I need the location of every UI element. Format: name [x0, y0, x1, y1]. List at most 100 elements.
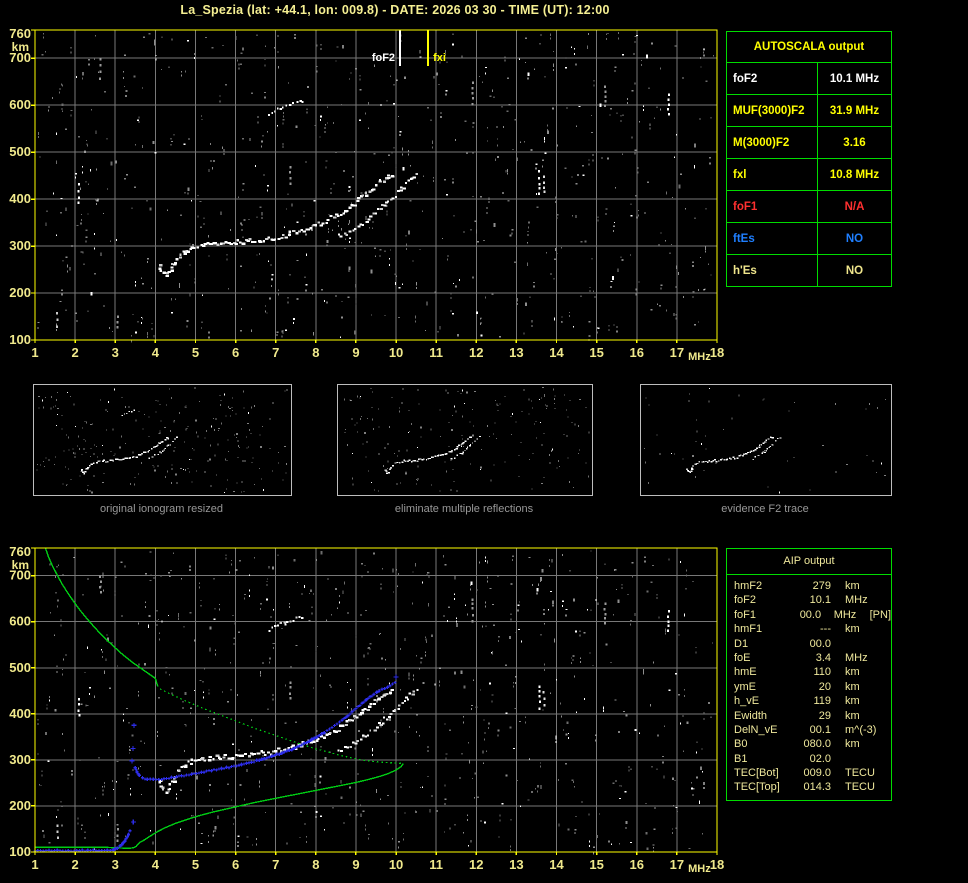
caption-eliminate-multiples: eliminate multiple reflections	[394, 503, 534, 515]
y-tick-label: 400	[9, 191, 31, 206]
x-tick-label: 8	[312, 857, 319, 872]
thumb-second-hop	[121, 409, 136, 416]
aip-row-foE: foE 3.4 MHz	[727, 651, 891, 665]
caption-evidence-f2-trace: evidence F2 trace	[721, 503, 809, 515]
noise-streaks	[56, 58, 670, 329]
thumb-x-trace	[450, 435, 481, 460]
x-tick-label: 14	[549, 857, 564, 872]
x-tick-label: 5	[192, 857, 199, 872]
autoscala-row-label: h'Es	[727, 255, 818, 286]
x-tick-label: 1	[31, 345, 38, 360]
aip-cell: 02.0	[809, 752, 831, 765]
x-tick-label: 6	[232, 345, 239, 360]
y-tick-label: 760	[9, 26, 31, 41]
y-tick-label: 760	[9, 544, 31, 559]
aip-row-DelNvE: DelN_vE 00.1 m^(-3)	[727, 723, 891, 737]
autoscala-row-MUF3000F2: MUF(3000)F2 31.9 MHz	[727, 95, 891, 127]
y-axis-unit: km	[12, 558, 29, 572]
aip-cell: TECU	[845, 767, 875, 780]
x-tick-label: 11	[429, 857, 443, 872]
autoscala-row-value: 31.9 MHz	[829, 104, 880, 117]
x-tick-label: 3	[112, 857, 119, 872]
main-ionogram-plot: foF2 fxi1 2 3 4 5 6 7 8 9 10 11 12 13 14 15 16 17 18MHz760…	[9, 26, 724, 363]
aip-cell: km	[845, 738, 860, 751]
aip-row-B1: B1 02.0	[727, 752, 891, 766]
aip-cell: km	[845, 680, 860, 693]
aip-cell: MHz	[845, 594, 868, 607]
aip-row-TECBot: TEC[Bot] 009.0 TECU	[727, 766, 891, 780]
x-tick-label: 7	[272, 857, 279, 872]
aip-cell: 009.0	[803, 767, 831, 780]
autoscala-row-value: NO	[845, 264, 864, 277]
x-tick-label: 6	[232, 857, 239, 872]
aip-cell	[845, 752, 885, 766]
aip-cell: MHz	[833, 608, 857, 621]
y-tick-label: 300	[9, 752, 31, 767]
thumb-o-trace	[80, 436, 169, 475]
aip-cell: B0	[734, 738, 748, 751]
y-tick-label: 600	[9, 97, 31, 112]
aip-row-hmE: hmE 110 km	[727, 665, 891, 679]
y-tick-label: 200	[9, 285, 31, 300]
aip-cell: 00.0	[809, 637, 831, 650]
axis-labels: 1 2 3 4 5 6 7 8 9 10 11 12 13 14 15 16 17 18MHz7607006005…	[9, 26, 724, 363]
aip-cell: 119	[813, 695, 831, 708]
aip-panel: AIP output hmF2 279 km foF2 10.1 MHz foF1 00.0 M…	[726, 548, 892, 801]
x-tick-label: 14	[549, 345, 564, 360]
x-tick-label: 3	[112, 345, 119, 360]
x-tick-label: 18	[710, 345, 724, 360]
aip-cell	[831, 723, 845, 737]
autoscala-row-label: M(3000)F2	[727, 127, 818, 158]
autoscala-row-value: N/A	[844, 200, 865, 213]
y-tick-label: 400	[9, 706, 31, 721]
aip-row-TECTop: TEC[Top] 014.3 TECU	[727, 780, 891, 794]
thumbnail-eliminate-multiples	[337, 384, 593, 496]
x-tick-label: 17	[670, 345, 684, 360]
aip-cell	[845, 637, 885, 651]
aip-cell: hmE	[734, 666, 757, 679]
aip-row-hvE: h_vE 119 km	[727, 694, 891, 708]
autoscala-rows: foF2 10.1 MHz MUF(3000)F2 31.9 MHz M(3000)F2…	[727, 63, 891, 286]
aip-cell	[831, 780, 845, 794]
x-tick-label: 12	[469, 857, 483, 872]
noise-speckle-layer	[37, 32, 714, 343]
aip-rows: hmF2 279 km foF2 10.1 MHz foF1 00.0 MHz [PN] hmF1-…	[727, 579, 891, 795]
thumbnail-evidence-f2-trace	[640, 384, 892, 496]
x-tick-label: 16	[630, 345, 644, 360]
y-axis-unit: km	[12, 40, 29, 54]
y-tick-label: 200	[9, 798, 31, 813]
aip-cell: km	[845, 623, 860, 636]
aip-row-B0: B0 080.0 km	[727, 737, 891, 751]
aip-row-foF2: foF2 10.1 MHz	[727, 593, 891, 607]
aip-cell: Ewidth	[734, 709, 768, 722]
y-tick-label: 100	[9, 332, 31, 347]
aip-cell: 279	[812, 580, 831, 592]
aip-cell	[831, 579, 845, 593]
autoscala-row-foF2: foF2 10.1 MHz	[727, 63, 891, 95]
x-tick-label: 7	[272, 345, 279, 360]
x-tick-label: 12	[469, 345, 483, 360]
aip-cell: DelN_vE	[734, 723, 778, 736]
aip-cell: h_vE	[734, 695, 760, 708]
aip-cell	[831, 665, 845, 679]
caption-original-ionogram: original ionogram resized	[100, 503, 223, 515]
scaled-frequency-markers: foF2 fxi	[372, 30, 446, 66]
aip-cell: TEC[Top]	[734, 781, 780, 794]
y-tick-label: 600	[9, 614, 31, 629]
aip-row-Ewidth: Ewidth 29 km	[727, 709, 891, 723]
thumbnail-content	[644, 388, 887, 494]
aip-cell: 014.3	[803, 781, 831, 794]
aip-cell	[831, 752, 845, 766]
y-tick-label: 500	[9, 660, 31, 675]
x-axis-unit: MHz	[688, 863, 711, 875]
aip-cell: 29	[818, 709, 831, 722]
x-tick-label: 5	[192, 345, 199, 360]
x-tick-label: 9	[352, 857, 359, 872]
aip-cell: ---	[820, 623, 831, 636]
aip-cell: 110	[813, 666, 831, 679]
x-tick-label: 17	[670, 857, 684, 872]
thumb-o-trace	[384, 436, 472, 475]
thumbnail-content	[36, 387, 288, 494]
x-tick-label: 13	[509, 857, 523, 872]
autoscala-row-ftEs: ftEs NO	[727, 223, 891, 255]
